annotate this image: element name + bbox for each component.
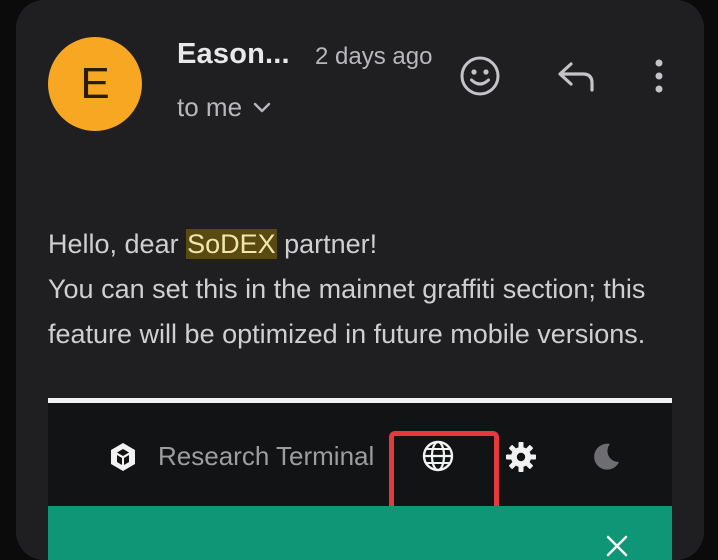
terminal-title: Research Terminal — [158, 441, 375, 471]
reply-arrow-icon — [558, 62, 594, 92]
notification-banner — [48, 506, 672, 560]
more-options-button[interactable] — [644, 52, 674, 100]
gear-icon — [506, 442, 536, 472]
reply-button[interactable] — [551, 52, 601, 100]
add-reaction-button[interactable] — [456, 52, 504, 100]
highlighted-term: SoDEX — [186, 229, 277, 259]
email-card: E Eason... 2 days ago to me Hello, dear … — [16, 0, 704, 560]
embedded-screenshot[interactable]: Research Terminal — [48, 398, 672, 560]
avatar-letter: E — [80, 59, 110, 108]
message-paragraph: You can set this in the mainnet graffiti… — [48, 274, 646, 349]
recipient-toggle[interactable]: to me — [177, 92, 272, 123]
recipient-label: to me — [177, 92, 243, 122]
vertical-dots-icon — [655, 59, 663, 93]
cube-logo-icon — [111, 443, 135, 471]
sender-name[interactable]: Eason... — [177, 38, 290, 71]
greeting-suffix: partner! — [276, 229, 378, 259]
smiley-face-icon — [460, 56, 500, 96]
sender-avatar[interactable]: E — [48, 37, 142, 131]
message-body: Hello, dear SoDEX partner! You can set t… — [48, 222, 688, 357]
greeting-prefix: Hello, dear — [48, 229, 187, 259]
email-timestamp: 2 days ago — [315, 43, 433, 70]
close-icon[interactable] — [604, 533, 630, 559]
moon-icon — [594, 443, 619, 470]
chevron-down-icon — [253, 102, 271, 112]
greeting-line: Hello, dear SoDEX partner! — [48, 222, 688, 267]
